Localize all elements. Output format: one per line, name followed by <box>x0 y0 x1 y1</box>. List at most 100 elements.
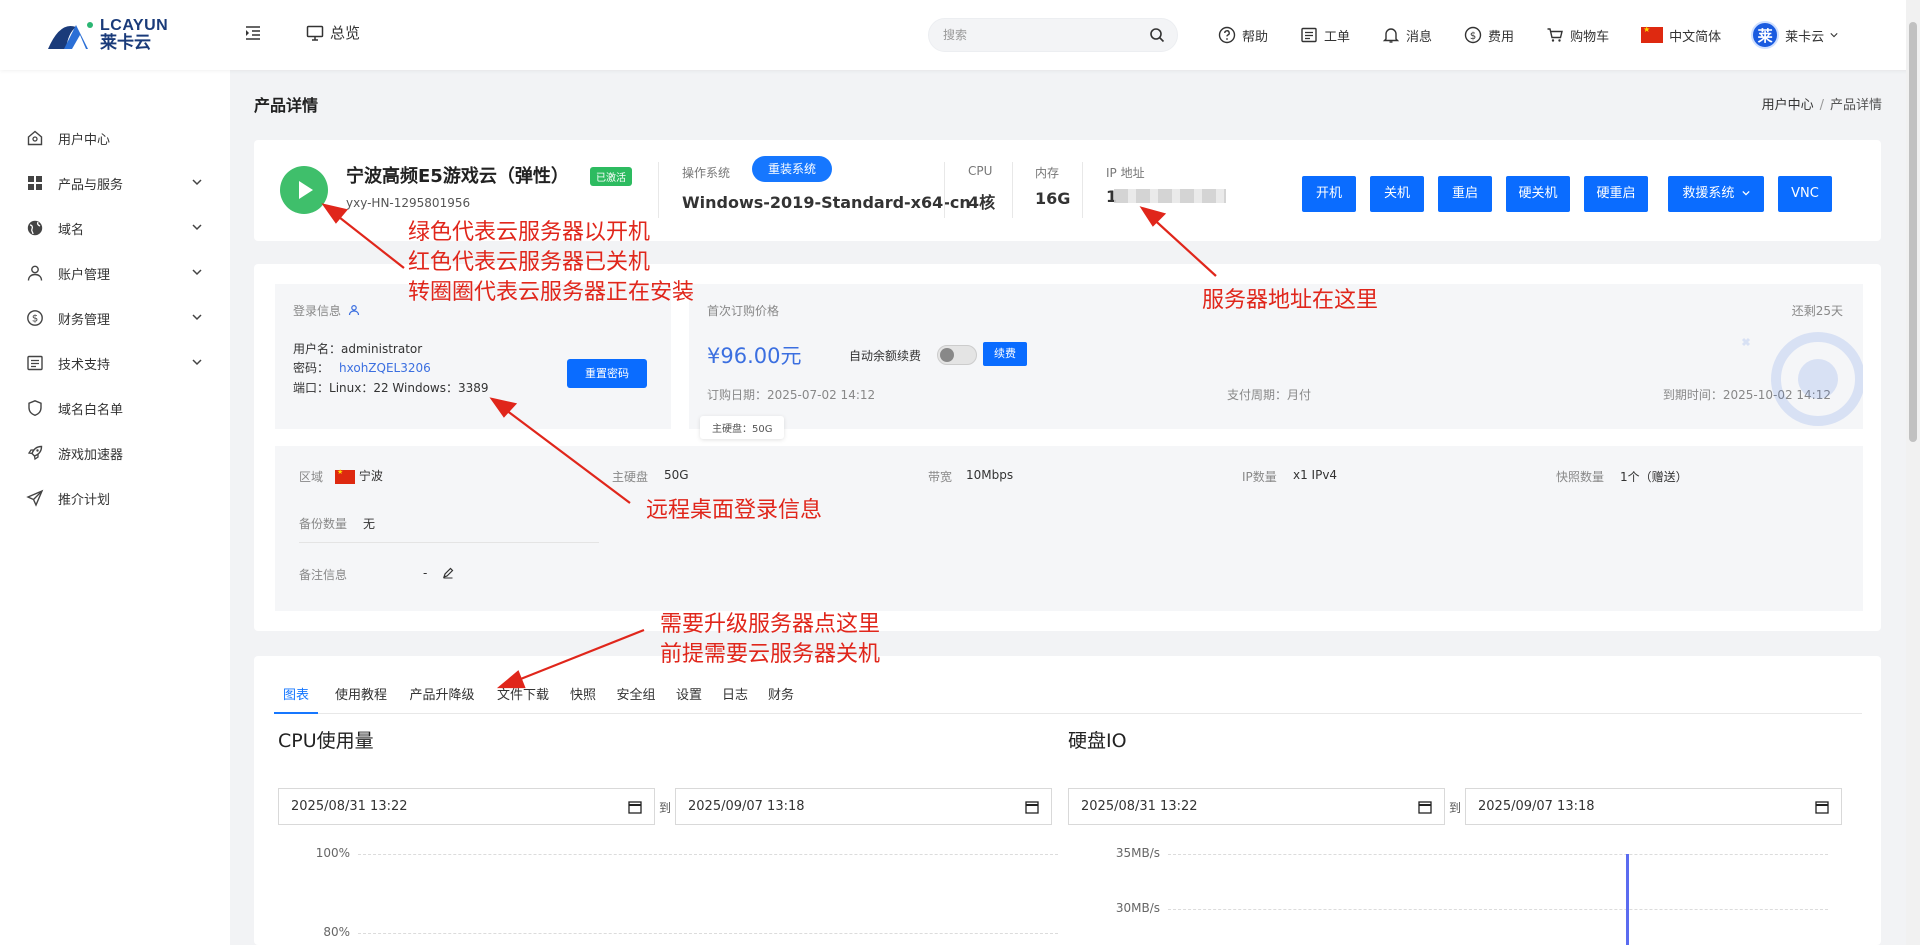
annotation-ip: 服务器地址在这里 <box>1202 288 1379 313</box>
divider <box>1082 162 1083 218</box>
calendar-icon[interactable] <box>1025 800 1039 814</box>
ticket-icon <box>27 355 43 371</box>
price-value: ¥96.00元 <box>707 344 802 368</box>
china-flag-icon <box>1641 25 1664 43</box>
bandwidth-label: 带宽 <box>928 470 953 484</box>
sidebar-item-products[interactable]: 产品与服务 <box>0 161 230 205</box>
calendar-icon[interactable] <box>1815 800 1829 814</box>
bell-icon <box>1382 28 1400 43</box>
annotation-upgrade: 需要升级服务器点这里 前提需要云服务器关机 <box>660 612 881 667</box>
sidebar-item-game-accelerator[interactable]: 游戏加速器 <box>0 431 230 475</box>
hard-power-off-button[interactable]: 硬关机 <box>1506 176 1570 212</box>
region-value: 宁波 <box>335 467 383 484</box>
reset-password-button[interactable]: 重置密码 <box>567 359 647 388</box>
date-range-separator: 到 <box>1449 801 1462 815</box>
page-scrollbar[interactable] <box>1906 0 1920 945</box>
cpu-y-tick: 80% <box>323 925 350 939</box>
power-off-button[interactable]: 关机 <box>1370 176 1424 212</box>
gridline <box>358 933 1058 934</box>
divider <box>658 162 659 218</box>
menu-collapse-icon[interactable] <box>244 24 262 42</box>
cart-link[interactable]: 购物车 <box>1546 26 1609 45</box>
power-status-icon[interactable] <box>280 166 328 214</box>
cart-icon <box>1547 28 1563 42</box>
os-value: Windows-2019-Standard-x64-cn <box>682 193 971 212</box>
sidebar-item-referral[interactable]: 推介计划 <box>0 476 230 520</box>
memory-label: 内存 <box>1035 166 1060 180</box>
globe-icon <box>27 220 43 236</box>
cpu-chart-title: CPU使用量 <box>278 730 374 752</box>
decorative-illustration <box>1741 332 1863 426</box>
brand-name-cn: 莱卡云 <box>100 33 151 53</box>
ticket-icon <box>1301 27 1317 43</box>
auto-renew-toggle[interactable] <box>937 345 977 365</box>
tab-chart[interactable]: 图表 <box>274 684 318 714</box>
calendar-icon[interactable] <box>1418 800 1432 814</box>
vnc-button[interactable]: VNC <box>1778 176 1832 212</box>
cpu-end-date-input[interactable]: 2025/09/07 13:18 <box>675 788 1052 825</box>
disk-y-tick: 30MB/s <box>1115 901 1160 915</box>
sidebar-item-label: 域名 <box>58 222 85 238</box>
search-box[interactable] <box>928 18 1178 52</box>
sidebar-item-support[interactable]: 技术支持 <box>0 341 230 385</box>
date-range-separator: 到 <box>659 801 672 815</box>
cpu-start-date-input[interactable]: 2025/08/31 13:22 <box>278 788 655 825</box>
first-price-label: 首次订购价格 <box>707 304 780 318</box>
language-selector[interactable]: 中文简体 <box>1641 25 1721 45</box>
ip-count-value: x1 IPv4 <box>1293 468 1338 482</box>
sidebar-item-domain[interactable]: 域名 <box>0 206 230 250</box>
tab-settings[interactable]: 设置 <box>672 684 706 714</box>
disk-start-date-input[interactable]: 2025/08/31 13:22 <box>1068 788 1445 825</box>
disk-end-date-input[interactable]: 2025/09/07 13:18 <box>1465 788 1842 825</box>
tab-security-group[interactable]: 安全组 <box>612 684 660 714</box>
cpu-value: 4核 <box>968 193 996 212</box>
sidebar-item-account[interactable]: 账户管理 <box>0 251 230 295</box>
monitoring-card: 图表 使用教程 产品升降级 文件下载 快照 安全组 设置 日志 财务 CPU使用… <box>254 656 1881 945</box>
sidebar-item-finance[interactable]: $ 财务管理 <box>0 296 230 340</box>
sidebar-item-label: 推介计划 <box>58 492 111 508</box>
hard-reboot-button[interactable]: 硬重启 <box>1584 176 1648 212</box>
rescue-system-button[interactable]: 救援系统 <box>1668 176 1764 212</box>
grid-icon <box>28 176 42 190</box>
sidebar-item-domain-whitelist[interactable]: 域名白名单 <box>0 386 230 430</box>
brand-name-en: LCAYUN <box>100 17 169 34</box>
user-menu[interactable]: 莱 莱卡云 <box>1751 21 1838 49</box>
tab-downloads[interactable]: 文件下载 <box>492 684 554 714</box>
tab-tutorial[interactable]: 使用教程 <box>330 684 392 714</box>
tab-logs[interactable]: 日志 <box>718 684 752 714</box>
billing-link[interactable]: $ 费用 <box>1464 26 1514 45</box>
os-label: 操作系统 <box>682 166 731 180</box>
help-link[interactable]: 帮助 <box>1218 26 1268 45</box>
scrollbar-thumb[interactable] <box>1909 22 1917 442</box>
tab-upgrade[interactable]: 产品升降级 <box>404 684 480 714</box>
search-icon[interactable] <box>1149 27 1165 43</box>
monitor-icon <box>306 25 324 41</box>
reinstall-button[interactable]: 重装系统 <box>752 156 833 182</box>
disk-value: 50G <box>664 468 689 482</box>
ticket-link[interactable]: 工单 <box>1300 26 1350 45</box>
reboot-button[interactable]: 重启 <box>1438 176 1492 212</box>
sidebar-item-label: 游戏加速器 <box>58 447 124 463</box>
brand-logo[interactable]: LCAYUN 莱卡云 <box>46 16 186 54</box>
snapshot-label: 快照数量 <box>1556 470 1605 484</box>
tab-finance[interactable]: 财务 <box>764 684 798 714</box>
send-icon <box>26 489 44 507</box>
password-value[interactable]: hxohZQEL3206 <box>339 361 431 375</box>
username-value[interactable]: administrator <box>341 342 422 356</box>
renew-button[interactable]: 续费 <box>983 342 1027 366</box>
edit-icon[interactable] <box>442 567 454 579</box>
power-on-button[interactable]: 开机 <box>1302 176 1356 212</box>
search-input[interactable] <box>943 28 1149 42</box>
calendar-icon[interactable] <box>628 800 642 814</box>
chevron-down-icon <box>192 314 202 321</box>
top-links: 帮助 工单 消息 $ 费用 购物车 中文简体 莱 莱卡云 <box>1218 0 1838 70</box>
messages-link[interactable]: 消息 <box>1382 26 1432 45</box>
product-info-card: 登录信息 用户名：administrator 密码： hxohZQEL3206 端… <box>254 264 1881 631</box>
tab-snapshot[interactable]: 快照 <box>566 684 600 714</box>
sidebar-item-user-center[interactable]: 用户中心 <box>0 116 230 160</box>
remaining-days: 还剩25天 <box>1791 304 1843 318</box>
breadcrumb-user-center[interactable]: 用户中心 <box>1762 98 1814 113</box>
help-icon <box>1218 26 1236 44</box>
help-label: 帮助 <box>1242 29 1269 45</box>
overview-link[interactable]: 总览 <box>306 22 360 43</box>
